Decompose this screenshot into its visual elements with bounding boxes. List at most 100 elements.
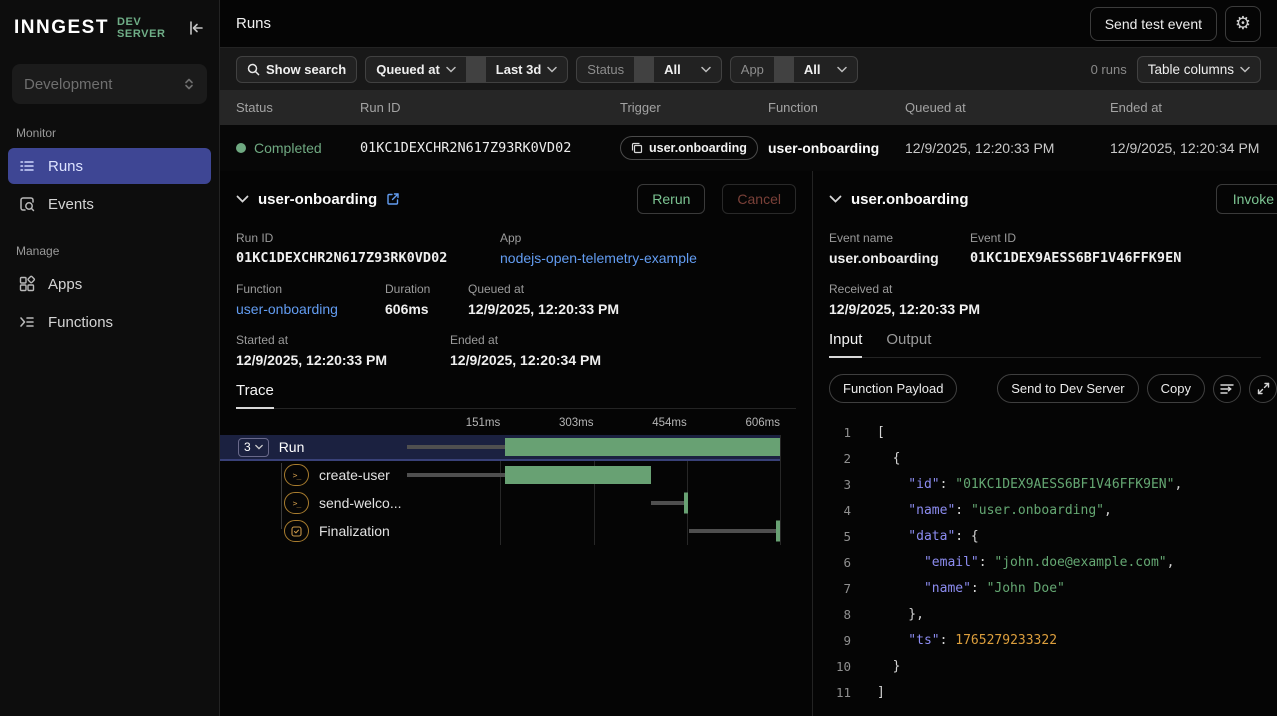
tab-input[interactable]: Input [829, 331, 862, 357]
trace-row-create-user[interactable]: >_ create-user [236, 461, 780, 489]
function-link[interactable]: user-onboarding [236, 301, 385, 317]
select-chevrons-icon [183, 77, 195, 91]
function-payload-button[interactable]: Function Payload [829, 374, 957, 403]
collapse-sidebar-icon[interactable] [187, 19, 205, 37]
table-columns-dropdown[interactable]: Table columns [1137, 56, 1261, 83]
line-number: 2 [829, 451, 851, 466]
code-line[interactable]: 9 "ts": 1765279233322 [829, 627, 1261, 653]
line-number: 5 [829, 529, 851, 544]
app-filter[interactable]: App All [730, 56, 858, 83]
app-field: App nodejs-open-telemetry-example [500, 231, 697, 266]
sidebar-item-runs[interactable]: Runs [8, 148, 211, 184]
queue-wait-line [651, 501, 684, 505]
queue-wait-line [407, 445, 505, 449]
payload-tabs: Input Output [829, 331, 1261, 358]
trace-span-name: Run [279, 439, 305, 455]
execution-span-bar [505, 466, 651, 484]
column-ended-at: Ended at [1110, 100, 1277, 115]
manage-section-label: Manage [16, 244, 203, 258]
sidebar-item-functions[interactable]: Functions [8, 304, 211, 340]
chevron-down-icon[interactable] [236, 195, 249, 204]
function-name: user-onboarding [768, 140, 905, 156]
code-line[interactable]: 11] [829, 679, 1261, 705]
tab-output[interactable]: Output [886, 331, 931, 357]
code-line[interactable]: 5 "data": { [829, 523, 1261, 549]
queue-wait-line [407, 473, 505, 477]
code-line[interactable]: 2 { [829, 445, 1261, 471]
copy-button[interactable]: Copy [1147, 374, 1205, 403]
run-id-field: Run ID 01KC1DEXCHR2N617Z93RK0VD02 [236, 231, 500, 266]
chevron-down-icon[interactable] [829, 195, 842, 204]
run-table-row[interactable]: Completed 01KC1DEXCHR2N617Z93RK0VD02 use… [220, 125, 1277, 171]
event-name-field: Event name user.onboarding [829, 231, 970, 266]
app-filter-label: App [731, 57, 774, 82]
functions-icon [18, 313, 36, 331]
time-field-dropdown[interactable]: Queued at [366, 57, 466, 82]
dev-server-badge: DEV SERVER [117, 16, 187, 40]
sidebar-item-apps[interactable]: Apps [8, 266, 211, 302]
runs-icon [18, 157, 36, 175]
show-search-button[interactable]: Show search [236, 56, 357, 83]
child-count-badge[interactable]: 3 [238, 438, 269, 457]
line-number: 10 [829, 659, 851, 674]
detail-panels: user-onboarding Rerun Cancel Run ID 01KC… [220, 171, 1277, 716]
trace-axis: 151ms303ms454ms606ms [407, 413, 780, 435]
line-number: 3 [829, 477, 851, 492]
app-link[interactable]: nodejs-open-telemetry-example [500, 250, 697, 266]
started-at-field: Started at 12/9/2025, 12:20:33 PM [236, 333, 450, 368]
invoke-button[interactable]: Invoke [1216, 184, 1277, 214]
trace-row-finalization[interactable]: Finalization [236, 517, 780, 545]
environment-select[interactable]: Development [12, 64, 207, 104]
tab-trace[interactable]: Trace [236, 382, 274, 408]
terminal-icon: >_ [284, 464, 309, 486]
copy-icon [631, 142, 643, 154]
line-number: 4 [829, 503, 851, 518]
code-line[interactable]: 1[ [829, 419, 1261, 445]
chevron-down-icon [547, 66, 557, 73]
code-line[interactable]: 3 "id": "01KC1DEX9AESS6BF1V46FFK9EN", [829, 471, 1261, 497]
trace-body: 3 Run >_ create-user >_send-welco... Finaliza… [236, 435, 780, 545]
cancel-button[interactable]: Cancel [722, 184, 796, 214]
sidebar: INNGEST DEV SERVER Development Monitor R… [0, 0, 220, 716]
line-number: 7 [829, 581, 851, 596]
runs-table-header: Status Run ID Trigger Function Queued at… [220, 90, 1277, 125]
event-panel-title: user.onboarding [851, 191, 969, 208]
queued-at-value: 12/9/2025, 12:20:33 PM [905, 140, 1110, 156]
trace-span-name: Finalization [319, 523, 390, 539]
search-icon [247, 63, 260, 76]
column-run-id: Run ID [360, 100, 620, 115]
send-to-dev-server-button[interactable]: Send to Dev Server [997, 374, 1138, 403]
trigger-pill[interactable]: user.onboarding [620, 136, 758, 160]
code-line[interactable]: 8 }, [829, 601, 1261, 627]
code-line[interactable]: 6 "email": "john.doe@example.com", [829, 549, 1261, 575]
line-number: 8 [829, 607, 851, 622]
code-line[interactable]: 10 } [829, 653, 1261, 679]
settings-gear-icon[interactable]: ⚙ [1225, 6, 1261, 42]
sidebar-item-events[interactable]: Events [8, 186, 211, 222]
trace-span-name: create-user [319, 467, 390, 483]
code-line[interactable]: 4 "name": "user.onboarding", [829, 497, 1261, 523]
received-at-field: Received at 12/9/2025, 12:20:33 PM [829, 282, 980, 317]
trace-waterfall: 151ms303ms454ms606ms 3Run>_create-user>_… [236, 413, 796, 545]
trace-row-run[interactable]: 3 Run [220, 435, 780, 461]
status-filter[interactable]: Status All [576, 56, 721, 83]
run-details-panel: user-onboarding Rerun Cancel Run ID 01KC… [220, 171, 813, 716]
status-filter-value[interactable]: All [654, 57, 721, 82]
line-number: 6 [829, 555, 851, 570]
external-link-icon[interactable] [386, 192, 400, 206]
ended-at-field: Ended at 12/9/2025, 12:20:34 PM [450, 333, 601, 368]
json-payload-editor[interactable]: 1[2 {3 "id": "01KC1DEX9AESS6BF1V46FFK9EN… [829, 419, 1261, 705]
code-line[interactable]: 7 "name": "John Doe" [829, 575, 1261, 601]
send-test-event-button[interactable]: Send test event [1090, 7, 1217, 41]
event-id-field: Event ID 01KC1DEX9AESS6BF1V46FFK9EN [970, 231, 1181, 266]
word-wrap-icon[interactable] [1213, 375, 1241, 403]
trace-row-send-welco-[interactable]: >_send-welco... [236, 489, 780, 517]
time-filter[interactable]: Queued at Last 3d [365, 56, 568, 83]
time-range-dropdown[interactable]: Last 3d [486, 57, 568, 82]
finalization-check-icon [284, 520, 309, 542]
rerun-button[interactable]: Rerun [637, 184, 705, 214]
line-number: 1 [829, 425, 851, 440]
inngest-dev-server-app: INNGEST DEV SERVER Development Monitor R… [0, 0, 1277, 716]
expand-fullscreen-icon[interactable] [1249, 375, 1277, 403]
app-filter-value[interactable]: All [794, 57, 857, 82]
